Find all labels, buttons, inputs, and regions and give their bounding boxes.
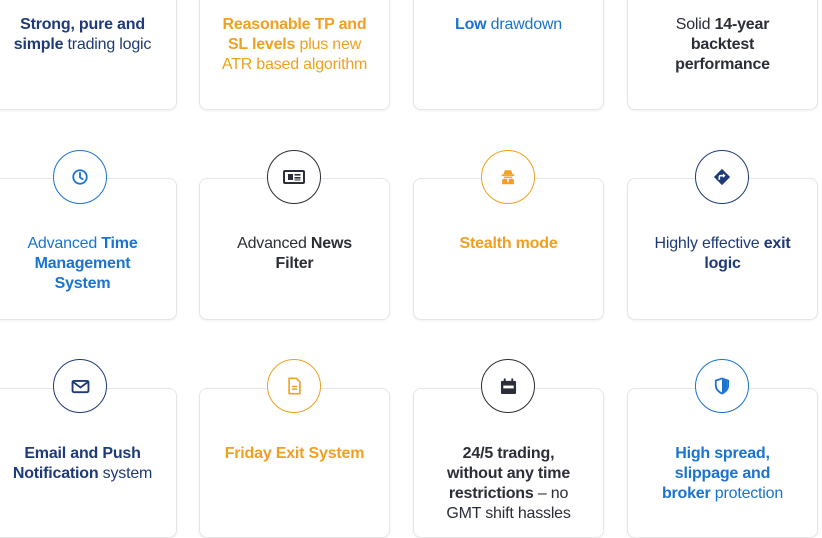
shield-icon	[714, 377, 730, 395]
feature-text: Highly effective exit logic	[628, 234, 817, 274]
feature-text: Stealth mode	[414, 234, 603, 254]
feature-text-rest: drawdown	[486, 16, 563, 33]
file-icon	[287, 377, 301, 395]
feature-card-trading-logic: Strong, pure and simple trading logic	[0, 0, 177, 110]
feature-card-tp-sl: Reasonable TP and SL levels plus new ATR…	[199, 0, 390, 110]
feature-text: Solid 14-year backtest performance	[628, 15, 817, 75]
feature-text-rest: trading logic	[63, 36, 152, 53]
feature-text-bold: Friday Exit System	[224, 445, 365, 462]
feature-text: Friday Exit System	[200, 444, 389, 464]
feature-text-pre: Advanced	[27, 235, 102, 252]
directions-icon-circle	[695, 150, 749, 204]
directions-icon	[713, 168, 731, 186]
calendar-icon	[500, 377, 516, 394]
feature-card-backtest: Solid 14-year backtest performance	[627, 0, 818, 110]
feature-text: Advanced Time Management System	[0, 234, 176, 294]
feature-text-pre: Highly effective	[654, 235, 764, 252]
feature-text: Low drawdown	[414, 15, 603, 35]
feature-text: Strong, pure and simple trading logic	[0, 15, 176, 55]
feature-card-drawdown: Low drawdown	[413, 0, 604, 110]
feature-text-bold: Stealth mode	[459, 235, 558, 252]
file-icon-circle	[267, 359, 321, 413]
feature-text: 24/5 trading, without any time restricti…	[414, 444, 603, 524]
feature-text: High spread, slippage and broker protect…	[628, 444, 817, 504]
spy-icon	[501, 170, 515, 185]
feature-text-rest: protection	[710, 485, 784, 502]
feature-text-bold: Low	[455, 16, 487, 33]
calendar-icon-circle	[481, 359, 535, 413]
newspaper-icon-circle	[267, 150, 321, 204]
clock-icon-circle	[53, 150, 107, 204]
envelope-icon-circle	[53, 359, 107, 413]
feature-text-rest: system	[98, 465, 153, 482]
feature-text-pre: Solid	[675, 16, 715, 33]
shield-icon-circle	[695, 359, 749, 413]
feature-text: Reasonable TP and SL levels plus new ATR…	[200, 15, 389, 75]
feature-text-pre: Advanced	[237, 235, 311, 252]
spy-icon-circle	[481, 150, 535, 204]
envelope-icon	[71, 379, 89, 393]
newspaper-icon	[283, 170, 305, 184]
feature-text: Email and Push Notification system	[0, 444, 176, 484]
feature-text: Advanced News Filter	[200, 234, 389, 274]
clock-icon	[72, 169, 88, 185]
